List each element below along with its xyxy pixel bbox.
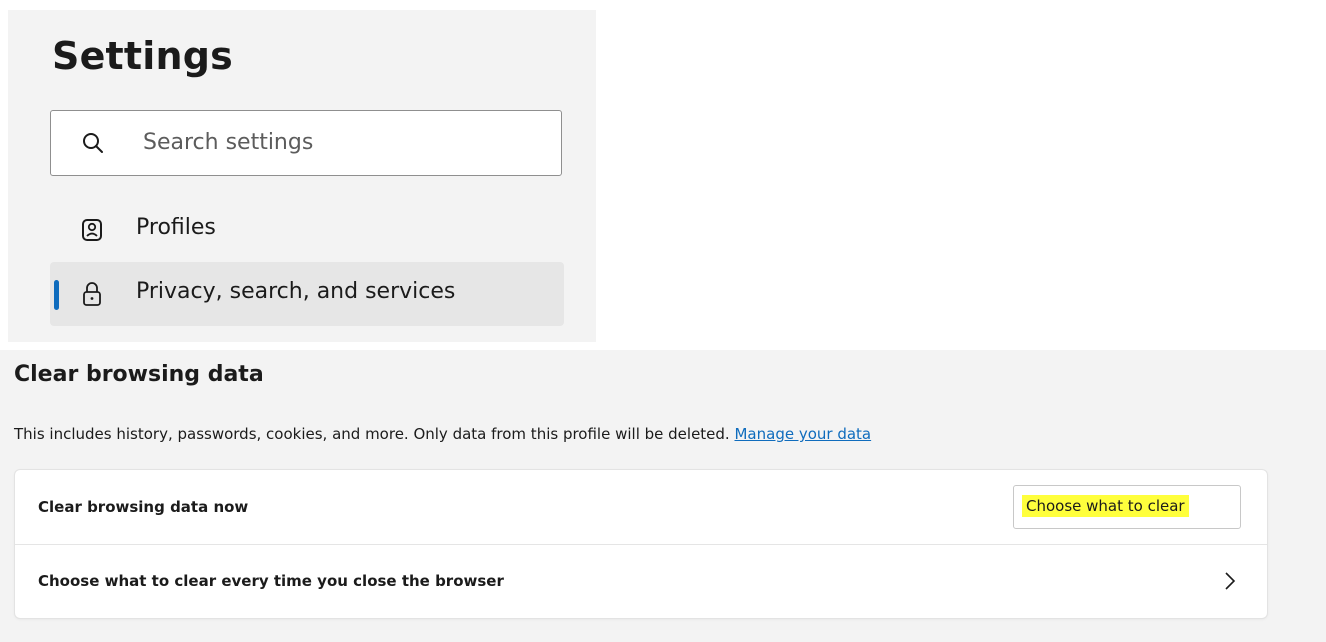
choose-what-to-clear-button[interactable]: Choose what to clear: [1013, 485, 1241, 529]
clear-now-row: Clear browsing data now Choose what to c…: [15, 470, 1267, 545]
clear-browsing-data-section: Clear browsing data This includes histor…: [0, 350, 1326, 642]
clear-on-close-row[interactable]: Choose what to clear every time you clos…: [15, 544, 1267, 618]
search-input[interactable]: Search settings: [50, 110, 562, 176]
search-icon: [81, 131, 105, 155]
settings-sidebar: Settings Search settings Profiles Privac…: [8, 10, 596, 342]
selected-indicator: [54, 280, 59, 310]
sidebar-item-privacy[interactable]: Privacy, search, and services: [50, 262, 564, 326]
row-label: Clear browsing data now: [38, 498, 249, 516]
chevron-right-icon: [1223, 571, 1237, 591]
section-title: Clear browsing data: [14, 362, 264, 387]
row-label: Choose what to clear every time you clos…: [38, 572, 504, 590]
search-placeholder: Search settings: [143, 130, 314, 155]
clear-data-card: Clear browsing data now Choose what to c…: [15, 470, 1267, 618]
page-title: Settings: [52, 34, 233, 78]
lock-icon: [80, 281, 104, 307]
section-description: This includes history, passwords, cookie…: [14, 425, 871, 443]
sidebar-item-label: Privacy, search, and services: [136, 279, 456, 304]
sidebar-item-profiles[interactable]: Profiles: [50, 198, 564, 262]
sidebar-item-label: Profiles: [136, 215, 216, 240]
profile-icon: [80, 217, 104, 243]
button-label: Choose what to clear: [1022, 495, 1189, 517]
description-text: This includes history, passwords, cookie…: [14, 425, 730, 443]
manage-your-data-link[interactable]: Manage your data: [734, 425, 871, 443]
